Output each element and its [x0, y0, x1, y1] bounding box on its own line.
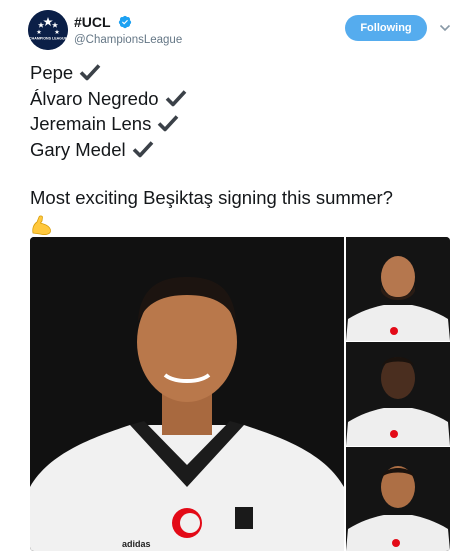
tweet-question: Most exciting Beşiktaş signing this summ… — [30, 187, 393, 208]
avatar-text: CHAMPIONS LEAGUE — [29, 37, 68, 41]
player-name: Gary Medel — [30, 138, 126, 160]
player-figure — [346, 447, 450, 551]
check-mark-icon — [165, 89, 186, 106]
player-figure — [346, 342, 450, 446]
kit-brand-text: adidas — [122, 539, 151, 549]
player-photo-lens[interactable] — [346, 342, 450, 446]
media-grid: adidas — [30, 237, 450, 551]
check-mark-icon — [158, 115, 179, 132]
tweet-line-medel: Gary Medel — [30, 137, 450, 163]
tweet-line-negredo: Álvaro Negredo — [30, 86, 450, 112]
account-name-block: #UCL @ChampionsLeague — [74, 13, 182, 46]
chevron-down-icon[interactable] — [438, 21, 452, 35]
account-handle[interactable]: @ChampionsLeague — [74, 34, 182, 46]
player-name: Pepe — [30, 62, 74, 83]
avatar[interactable]: CHAMPIONS LEAGUE — [28, 10, 68, 50]
player-photo-negredo[interactable] — [346, 237, 450, 341]
player-photo-pepe[interactable]: adidas — [30, 237, 344, 551]
flexed-biceps-icon — [32, 214, 51, 235]
player-name: Álvaro Negredo — [30, 87, 159, 109]
player-figure — [346, 237, 450, 341]
player-figure: adidas — [30, 237, 344, 551]
following-button[interactable]: Following — [345, 15, 427, 41]
player-name: Jeremain Lens — [30, 113, 152, 134]
tweet-line-lens: Jeremain Lens — [30, 111, 450, 137]
check-mark-icon — [132, 140, 153, 157]
tweet-text: Pepe Álvaro Negredo Jeremain Lens Gary M… — [30, 60, 450, 243]
display-name[interactable]: #UCL — [74, 14, 111, 30]
tweet-header: CHAMPIONS LEAGUE #UCL @ChampionsLeague F… — [28, 10, 456, 50]
check-mark-icon — [79, 64, 101, 81]
player-photo-medel[interactable] — [346, 447, 450, 551]
verified-badge-icon — [118, 15, 132, 28]
champions-league-logo-icon: CHAMPIONS LEAGUE — [28, 10, 68, 50]
tweet-line-pepe: Pepe — [30, 60, 450, 86]
